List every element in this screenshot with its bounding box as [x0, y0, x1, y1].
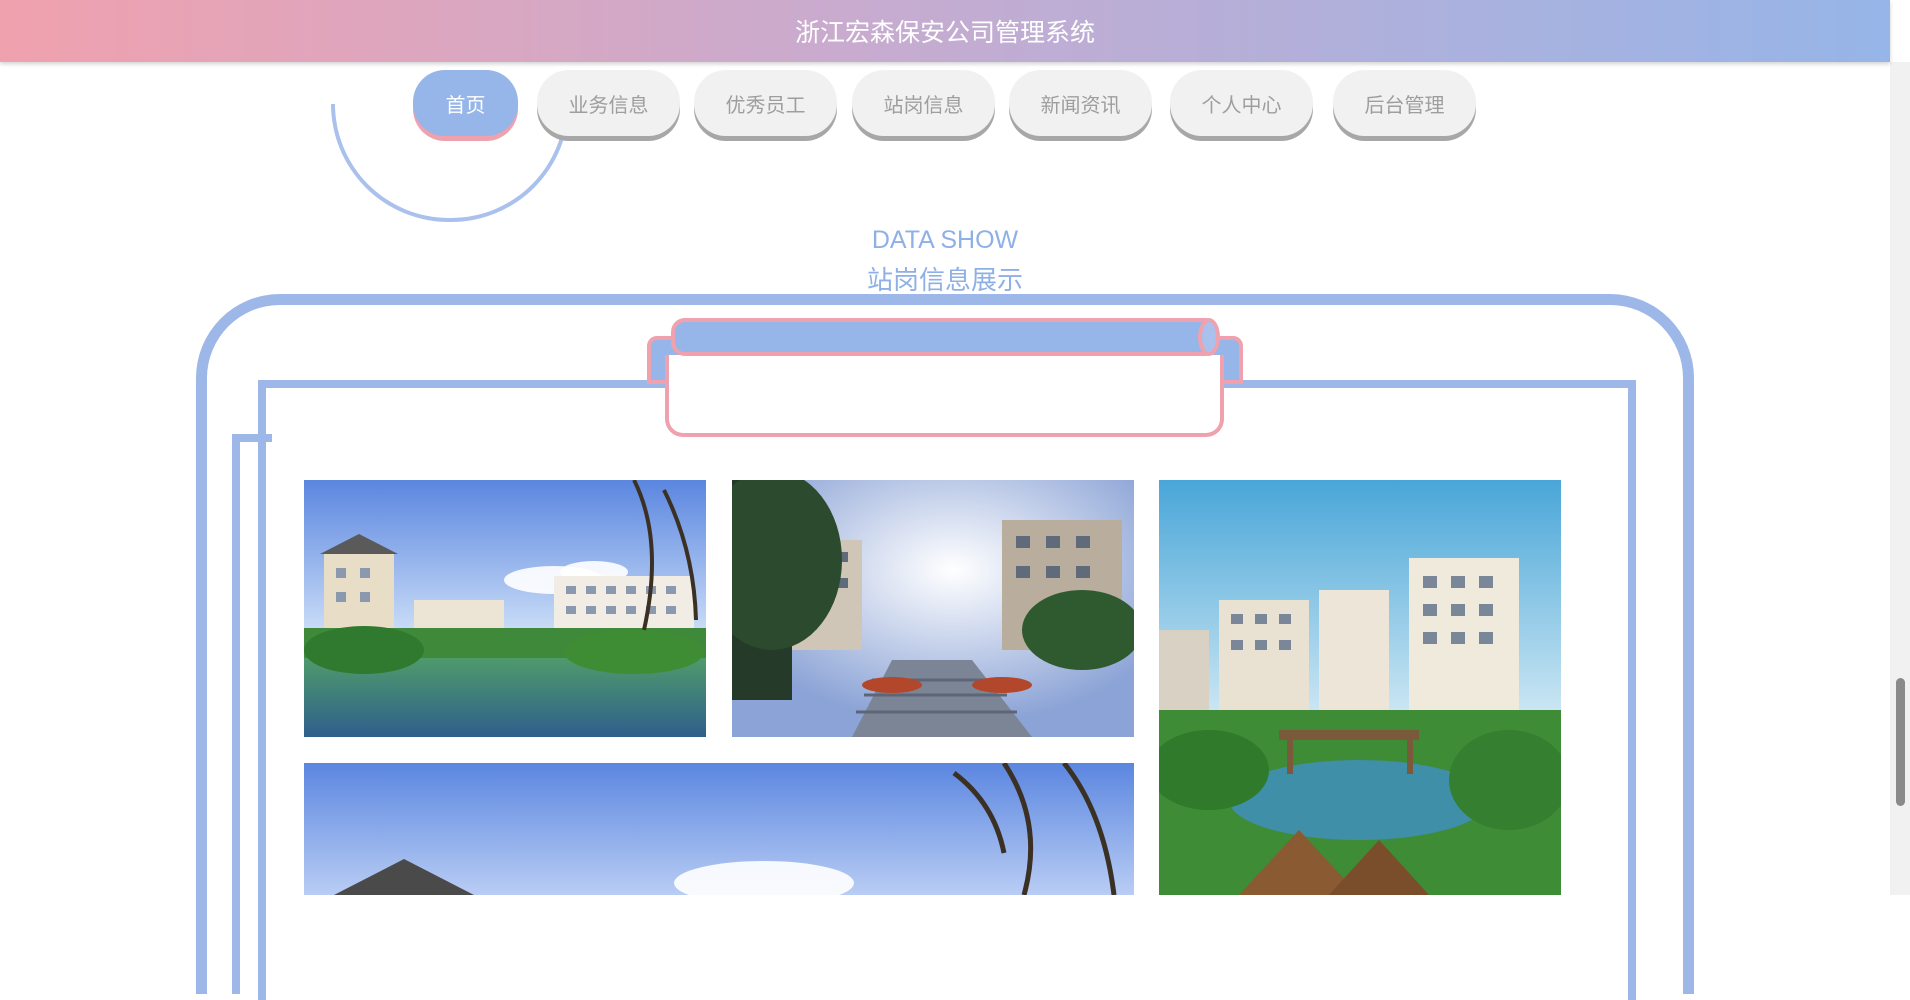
nav-business-info-label: 业务信息: [568, 94, 649, 117]
gallery-image-3[interactable]: [1159, 480, 1561, 895]
nav-home-label: 首页: [445, 94, 486, 117]
scrollbar-thumb[interactable]: [1896, 678, 1905, 806]
lakeside-apartments-wide-image: [304, 763, 1134, 895]
nav-news-label: 新闻资讯: [1040, 94, 1121, 117]
nav-outstanding-staff[interactable]: 优秀员工: [694, 70, 837, 136]
nav-personal-center-label: 个人中心: [1201, 94, 1282, 117]
showcase-tab-plate: [665, 355, 1224, 437]
nav-guard-post-info[interactable]: 站岗信息: [852, 70, 995, 136]
showcase-tab-roll-end: [1198, 318, 1220, 356]
lakeside-apartments-image: [304, 480, 706, 737]
site-header: 浙江宏森保安公司管理系统: [0, 0, 1890, 62]
nav-home[interactable]: 首页: [413, 70, 518, 136]
section-title-cn: 站岗信息展示: [866, 265, 1023, 295]
nav-personal-center[interactable]: 个人中心: [1170, 70, 1313, 136]
gallery-image-4[interactable]: [304, 763, 1134, 895]
courtyard-walkway-image: [732, 480, 1134, 737]
nav-news[interactable]: 新闻资讯: [1009, 70, 1152, 136]
nav-guard-post-info-label: 站岗信息: [883, 94, 964, 117]
nav-admin-label: 后台管理: [1364, 94, 1445, 117]
nav-outstanding-staff-label: 优秀员工: [725, 94, 806, 117]
nav-admin[interactable]: 后台管理: [1333, 70, 1476, 136]
residential-garden-image: [1159, 480, 1561, 895]
main-nav: 首页 业务信息 优秀员工 站岗信息 新闻资讯 个人中心 后台管理: [0, 70, 1890, 140]
showcase-tab-roll: [671, 318, 1219, 356]
nav-business-info[interactable]: 业务信息: [537, 70, 680, 136]
site-title: 浙江宏森保安公司管理系统: [794, 19, 1095, 47]
gallery-image-1[interactable]: [304, 480, 706, 737]
section-title-en: DATA SHOW: [871, 226, 1019, 254]
gallery-image-2[interactable]: [732, 480, 1134, 737]
